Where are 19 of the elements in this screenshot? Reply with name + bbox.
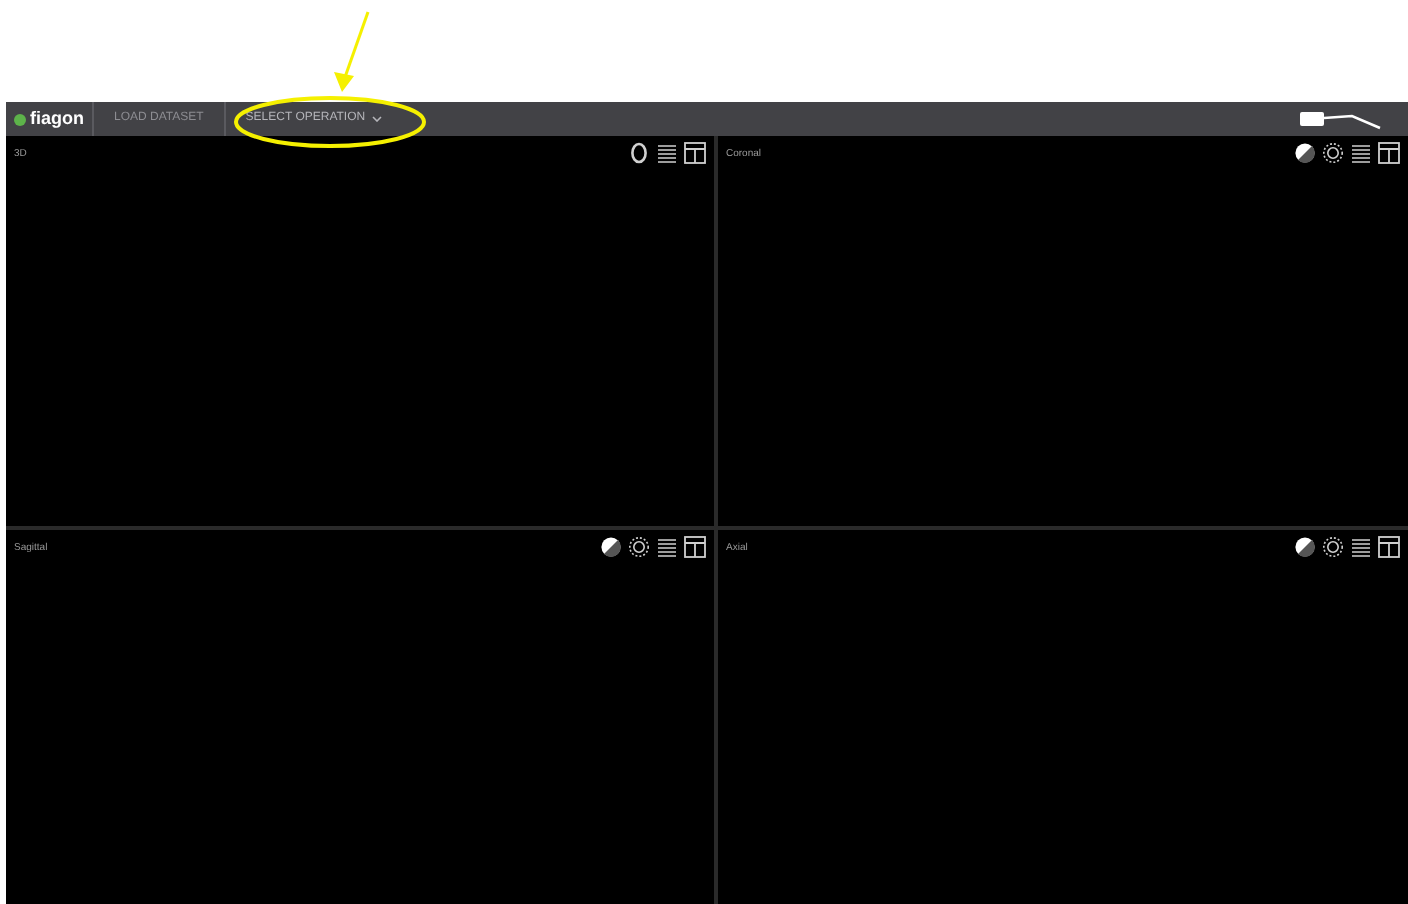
contrast-icon[interactable] (1294, 142, 1316, 164)
layout-icon[interactable] (684, 142, 706, 164)
logo-icon (14, 113, 26, 125)
layout-icon[interactable] (1378, 142, 1400, 164)
contrast-icon[interactable] (1294, 536, 1316, 558)
brightness-icon[interactable] (628, 536, 650, 558)
brightness-icon[interactable] (1322, 536, 1344, 558)
list-icon[interactable] (1350, 142, 1372, 164)
list-icon[interactable] (656, 536, 678, 558)
brightness-icon[interactable] (1322, 142, 1344, 164)
layout-icon[interactable] (1378, 536, 1400, 558)
probe-icon (1300, 109, 1384, 129)
list-icon[interactable] (656, 142, 678, 164)
list-icon[interactable] (1350, 536, 1372, 558)
head-icon[interactable] (628, 142, 650, 164)
layout-icon[interactable] (684, 536, 706, 558)
contrast-icon[interactable] (600, 536, 622, 558)
annotation-arrow (334, 11, 370, 92)
logo-text: fiagon (30, 105, 84, 132)
